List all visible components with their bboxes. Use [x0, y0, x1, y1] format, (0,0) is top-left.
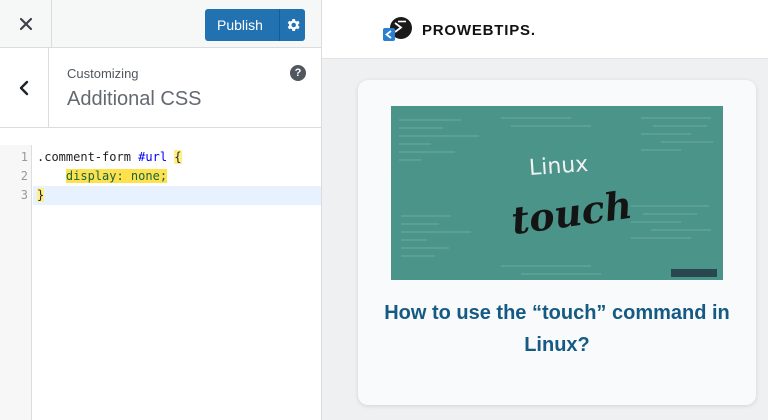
customizer-panel: Publish Customizing Additional CSS ? 1 2…: [0, 0, 322, 420]
section-header: Customizing Additional CSS ?: [0, 48, 321, 128]
thumbnail-watermark: [671, 269, 717, 277]
css-declaration: display: none;: [65, 169, 168, 183]
site-logo[interactable]: PROWEBTIPS.: [380, 15, 536, 45]
code-line[interactable]: .comment-form #url {: [33, 148, 321, 167]
terminal-logo-icon: [380, 15, 416, 45]
close-icon: [19, 17, 32, 31]
publish-label: Publish: [217, 17, 263, 33]
line-number: 2: [20, 169, 28, 183]
help-icon[interactable]: ?: [290, 65, 306, 81]
post-thumbnail[interactable]: Linux touch: [391, 106, 723, 280]
line-number: 1: [20, 150, 28, 164]
close-brace: }: [37, 188, 45, 202]
chevron-left-icon: [19, 80, 29, 95]
customizer-header: Publish: [0, 0, 321, 48]
breadcrumb: Customizing: [67, 66, 139, 81]
close-customizer-button[interactable]: [0, 0, 52, 48]
thumbnail-word-linux: Linux: [528, 151, 590, 182]
publish-settings-button[interactable]: [280, 18, 305, 32]
site-preview: PROWEBTIPS. Linux touch How to use the “…: [322, 0, 768, 420]
css-selector: .comment-form: [37, 150, 139, 164]
section-title: Additional CSS: [67, 88, 202, 110]
post-title-link[interactable]: How to use the “touch” command in Linux?: [378, 297, 736, 361]
line-number: 3: [20, 188, 28, 202]
publish-button[interactable]: Publish: [205, 9, 305, 41]
open-brace: {: [174, 150, 182, 164]
gear-icon: [287, 18, 300, 32]
css-code-editor[interactable]: 1 2 3 .comment-form #url { display: none…: [0, 145, 321, 420]
code-line-active[interactable]: }: [33, 186, 321, 205]
line-gutter: 1 2 3: [0, 145, 32, 420]
site-name: PROWEBTIPS.: [422, 21, 536, 39]
css-id-selector: #url: [138, 150, 168, 164]
post-card[interactable]: Linux touch How to use the “touch” comma…: [358, 80, 756, 405]
site-header: PROWEBTIPS.: [322, 0, 768, 59]
back-button[interactable]: [0, 48, 49, 127]
code-line[interactable]: display: none;: [33, 167, 321, 186]
